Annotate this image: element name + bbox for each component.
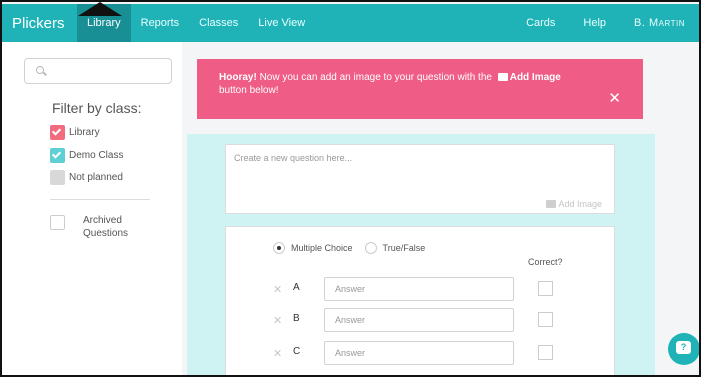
sidebar: Filter by class: Library Demo Class Not … xyxy=(2,42,182,375)
class-label: Demo Class xyxy=(69,149,124,161)
search-icon xyxy=(36,66,44,74)
radio-multiple-choice[interactable] xyxy=(273,242,285,254)
archived-label: Archived Questions xyxy=(83,215,129,239)
image-icon xyxy=(497,73,508,81)
answer-input[interactable]: Answer xyxy=(324,341,514,365)
brand-logo[interactable]: Plickers xyxy=(12,15,65,32)
correct-checkbox[interactable] xyxy=(538,281,553,296)
banner-text-2: button below! xyxy=(219,85,279,96)
nav-reports[interactable]: Reports xyxy=(131,4,190,42)
add-image-label: Add Image xyxy=(558,199,602,209)
class-label: Not planned xyxy=(69,171,123,183)
class-filter-demo-class[interactable]: Demo Class xyxy=(50,147,123,163)
answer-row: ✕ B Answer xyxy=(273,308,613,332)
help-icon: ? xyxy=(676,341,691,354)
divider xyxy=(50,199,150,200)
nav-classes[interactable]: Classes xyxy=(189,4,248,42)
correct-header: Correct? xyxy=(528,257,563,267)
user-menu[interactable]: B. Martin xyxy=(620,4,699,42)
nav-live-view[interactable]: Live View xyxy=(248,4,315,42)
multiple-choice-label: Multiple Choice xyxy=(291,243,353,253)
answer-letter: C xyxy=(293,346,301,357)
archived-questions-filter[interactable]: Archived Questions xyxy=(50,214,143,240)
radio-true-false[interactable] xyxy=(364,242,377,254)
class-filter-library[interactable]: Library xyxy=(50,124,100,140)
user-nav: Cards Help B. Martin xyxy=(512,4,699,42)
answer-input[interactable]: Answer xyxy=(324,308,514,332)
checkbox-icon[interactable] xyxy=(50,124,65,140)
true-false-label: True/False xyxy=(382,243,426,253)
correct-checkbox[interactable] xyxy=(538,345,553,360)
remove-answer-icon[interactable]: ✕ xyxy=(273,347,282,360)
question-editor: Create a new question here... Add Image … xyxy=(187,134,655,375)
checkbox-icon[interactable] xyxy=(50,215,65,230)
answers-panel: Multiple Choice True/False Correct? ✕ A … xyxy=(225,226,615,375)
banner-text: Now you can add an image to your questio… xyxy=(256,72,495,83)
search-input[interactable] xyxy=(24,58,172,84)
banner-bold: Hooray! xyxy=(219,72,257,83)
question-type-selector: Multiple Choice True/False xyxy=(273,242,425,254)
remove-answer-icon[interactable]: ✕ xyxy=(273,314,282,327)
filter-title: Filter by class: xyxy=(52,100,142,116)
add-image-button[interactable]: Add Image xyxy=(543,199,602,209)
class-label: Library xyxy=(69,126,100,138)
answer-row: ✕ A Answer xyxy=(273,277,613,301)
close-icon[interactable]: ✕ xyxy=(608,91,621,106)
checkbox-icon[interactable] xyxy=(50,169,65,185)
app-window: Plickers Library Reports Classes Live Vi… xyxy=(0,0,701,377)
remove-answer-icon[interactable]: ✕ xyxy=(273,283,282,296)
checkbox-icon[interactable] xyxy=(50,147,65,163)
nav-cards[interactable]: Cards xyxy=(512,4,569,42)
answer-input[interactable]: Answer xyxy=(324,277,514,301)
nav-help[interactable]: Help xyxy=(569,4,620,42)
question-input[interactable]: Create a new question here... Add Image xyxy=(225,144,615,214)
image-icon xyxy=(546,200,557,208)
mouse-pointer-icon xyxy=(78,2,122,16)
banner-add-image: Add Image xyxy=(509,72,561,83)
answer-row: ✕ C Answer xyxy=(273,341,613,365)
question-placeholder: Create a new question here... xyxy=(234,153,353,163)
answer-letter: B xyxy=(293,313,300,324)
answer-letter: A xyxy=(293,282,300,293)
help-chat-button[interactable]: ? xyxy=(668,333,699,365)
correct-checkbox[interactable] xyxy=(538,312,553,327)
class-filter-not-planned[interactable]: Not planned xyxy=(50,169,123,185)
announcement-banner: Hooray! Now you can add an image to your… xyxy=(197,59,643,119)
